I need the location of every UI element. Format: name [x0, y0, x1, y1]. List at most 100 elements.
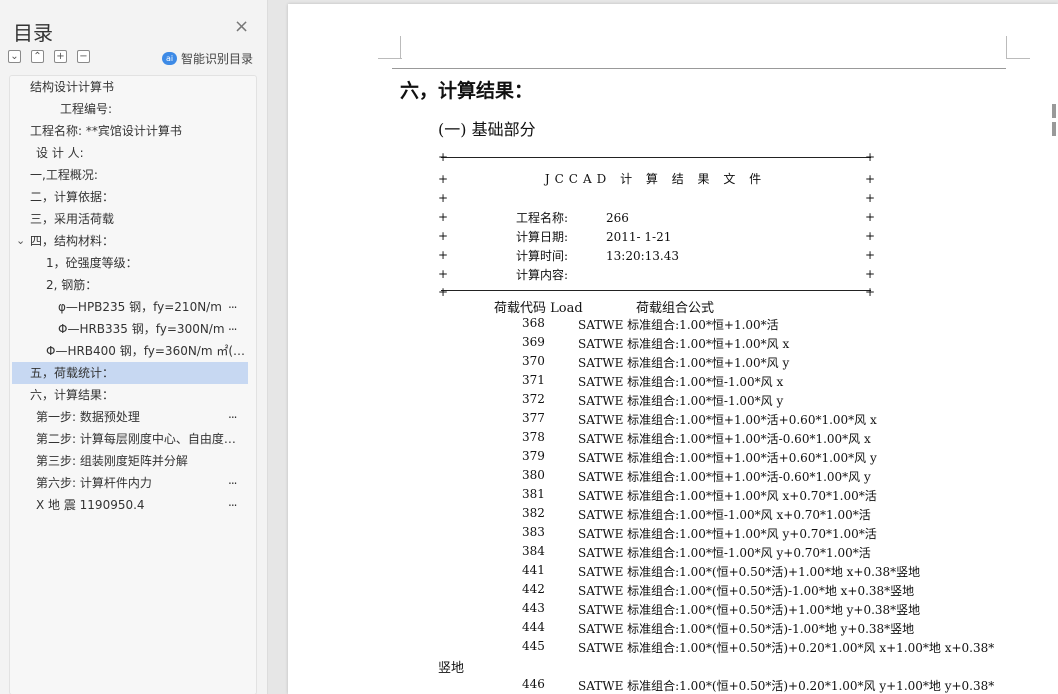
load-code: 382: [522, 506, 545, 520]
toc-item[interactable]: 设 计 人:: [10, 142, 256, 164]
section-heading: 六，计算结果：: [400, 80, 534, 102]
load-formula: SATWE 标准组合:1.00*恒+1.00*风 y+0.70*1.00*活: [578, 527, 877, 541]
margin-corner-mark: [400, 36, 402, 58]
ellipsis-icon: ...: [228, 297, 238, 311]
toc-item[interactable]: ⌄ 四，结构材料：: [10, 230, 256, 252]
load-code-header: 荷载代码 Load: [494, 301, 583, 316]
load-formula: SATWE 标准组合:1.00*(恒+0.50*活)+1.00*地 y+0.38…: [578, 603, 921, 617]
load-code: 444: [522, 620, 545, 634]
load-formula: SATWE 标准组合:1.00*(恒+0.50*活)+0.20*1.00*风 y…: [578, 679, 995, 693]
collapse-all-icon[interactable]: ⌃: [31, 50, 44, 63]
toc-item[interactable]: 2, 钢筋：: [10, 274, 256, 296]
toc-item[interactable]: 六，计算结果：: [10, 384, 256, 406]
info-row: 计算时间: 13:20:13.43: [516, 247, 679, 264]
toc-item[interactable]: 第三步: 组装刚度矩阵并分解: [10, 450, 256, 472]
toc-pane: 目录 × ⌄ ⌃ + − ai 智能识别目录 结构设计计算书工程编号: 工程名称:…: [0, 0, 268, 694]
load-formula: SATWE 标准组合:1.00*(恒+0.50*活)-1.00*地 x+0.38…: [578, 584, 915, 598]
ellipsis-icon: ...: [228, 473, 238, 487]
ellipsis-icon: ...: [228, 407, 238, 421]
add-heading-icon[interactable]: +: [54, 50, 67, 63]
smart-recognize-toc-button[interactable]: ai 智能识别目录: [162, 50, 253, 67]
info-key: 计算内容:: [516, 268, 569, 282]
expand-all-icon[interactable]: ⌄: [8, 50, 21, 63]
load-code: 445: [522, 639, 545, 653]
load-formula: SATWE 标准组合:1.00*恒+1.00*风 y: [578, 356, 790, 370]
smart-recognize-label: 智能识别目录: [181, 52, 254, 66]
toc-item[interactable]: 工程编号:: [10, 98, 256, 120]
toc-item[interactable]: 结构设计计算书: [10, 76, 256, 98]
toc-item[interactable]: 三，采用活荷载: [10, 208, 256, 230]
load-code: 370: [522, 354, 545, 368]
result-file-box: + + + + + + + + + + + + + + + + JCCAD 计 …: [438, 150, 876, 299]
toc-item[interactable]: 第二步: 计算每层刚度中心、自由度…: [10, 428, 256, 450]
load-formula: SATWE 标准组合:1.00*恒-1.00*风 x+0.70*1.00*活: [578, 508, 871, 522]
info-row: 计算内容:: [516, 266, 606, 283]
load-formula: SATWE 标准组合:1.00*恒+1.00*风 x+0.70*1.00*活: [578, 489, 877, 503]
toc-item[interactable]: 1，砼强度等级：: [10, 252, 256, 274]
toc-item-label: 四，结构材料：: [30, 234, 115, 248]
load-formula: SATWE 标准组合:1.00*(恒+0.50*活)-1.00*地 y+0.38…: [578, 622, 915, 636]
ai-cloud-icon: ai: [162, 52, 177, 65]
toc-item-label: 二，计算依据：: [30, 190, 115, 204]
remove-heading-icon[interactable]: −: [77, 50, 90, 63]
toc-item-label: 2, 钢筋：: [46, 278, 98, 292]
info-value: 266: [606, 211, 629, 225]
close-icon[interactable]: ×: [234, 18, 249, 36]
load-code: 371: [522, 373, 545, 387]
toc-title: 目录: [13, 21, 53, 45]
load-formula: SATWE 标准组合:1.00*恒+1.00*活+0.60*1.00*风 y: [578, 451, 877, 465]
scroll-marks: [1052, 104, 1056, 140]
chevron-down-icon[interactable]: ⌄: [16, 230, 25, 252]
wrapped-text: 竖地: [438, 661, 465, 676]
load-code: 442: [522, 582, 545, 596]
toc-item-label: Φ—HRB335 钢，fy=300N/m: [58, 322, 225, 336]
load-formula: SATWE 标准组合:1.00*恒+1.00*活+0.60*1.00*风 x: [578, 413, 877, 427]
info-key: 计算时间:: [516, 249, 569, 263]
toc-item[interactable]: Φ—HRB400 钢，fy=360N/m ㎡(…: [10, 340, 256, 362]
toc-item[interactable]: 一,工程概况:: [10, 164, 256, 186]
toc-item[interactable]: 二，计算依据：: [10, 186, 256, 208]
toc-item-label: 1，砼强度等级：: [46, 256, 138, 270]
load-code: 369: [522, 335, 545, 349]
toc-item[interactable]: 五，荷载统计：: [12, 362, 248, 384]
info-row: 计算日期: 2011- 1-21: [516, 228, 671, 245]
load-formula: SATWE 标准组合:1.00*恒-1.00*风 y+0.70*1.00*活: [578, 546, 871, 560]
load-code: 372: [522, 392, 545, 406]
ellipsis-icon: ...: [228, 495, 238, 509]
info-value: 13:20:13.43: [606, 249, 679, 263]
load-formula-header: 荷载组合公式: [636, 301, 715, 316]
header-rule: [392, 68, 1006, 69]
toc-item-label: 六，计算结果：: [30, 388, 115, 402]
toc-item-label: 一,工程概况:: [30, 168, 98, 182]
toc-item-label: 第六步: 计算杆件内力: [36, 476, 152, 490]
toc-item[interactable]: 工程名称: **宾馆设计计算书: [10, 120, 256, 142]
load-code: 381: [522, 487, 545, 501]
toc-item[interactable]: 第一步: 数据预处理...: [10, 406, 256, 428]
toc-item-label: 第一步: 数据预处理: [36, 410, 140, 424]
load-code: 380: [522, 468, 545, 482]
load-code: 441: [522, 563, 545, 577]
toc-item[interactable]: Φ—HRB335 钢，fy=300N/m...: [10, 318, 256, 340]
load-code: 383: [522, 525, 545, 539]
toc-item-label: 工程名称: **宾馆设计计算书: [30, 124, 182, 138]
toc-item[interactable]: φ—HPB235 钢，fy=210N/m...: [10, 296, 256, 318]
box-bottom-rule: [441, 290, 871, 291]
load-code: 446: [522, 677, 545, 691]
subsection-heading: (一) 基础部分: [438, 120, 536, 139]
result-file-title: JCCAD 计 算 结 果 文 件: [544, 172, 767, 186]
toc-item[interactable]: X 地 震 1190950.4...: [10, 494, 256, 516]
toc-item[interactable]: 第六步: 计算杆件内力...: [10, 472, 256, 494]
toc-item-label: 工程编号:: [60, 102, 113, 116]
toc-item-label: 三，采用活荷载: [30, 212, 115, 226]
document-page[interactable]: 六，计算结果： (一) 基础部分 + + + + + + + + + + + +…: [288, 4, 1058, 694]
toc-item-label: φ—HPB235 钢，fy=210N/m: [58, 300, 222, 314]
toc-item-label: Φ—HRB400 钢，fy=360N/m ㎡(…: [46, 344, 246, 358]
load-formula: SATWE 标准组合:1.00*恒+1.00*风 x: [578, 337, 790, 351]
load-formula: SATWE 标准组合:1.00*恒-1.00*风 y: [578, 394, 784, 408]
load-formula: SATWE 标准组合:1.00*恒-1.00*风 x: [578, 375, 784, 389]
toc-item-label: 结构设计计算书: [30, 80, 115, 94]
toc-item-label: X 地 震 1190950.4: [36, 498, 145, 512]
load-table-header: 荷载代码 Load 荷载组合公式: [494, 297, 714, 316]
load-formula: SATWE 标准组合:1.00*恒+1.00*活-0.60*1.00*风 y: [578, 470, 871, 484]
toc-item-label: 第二步: 计算每层刚度中心、自由度…: [36, 432, 236, 446]
